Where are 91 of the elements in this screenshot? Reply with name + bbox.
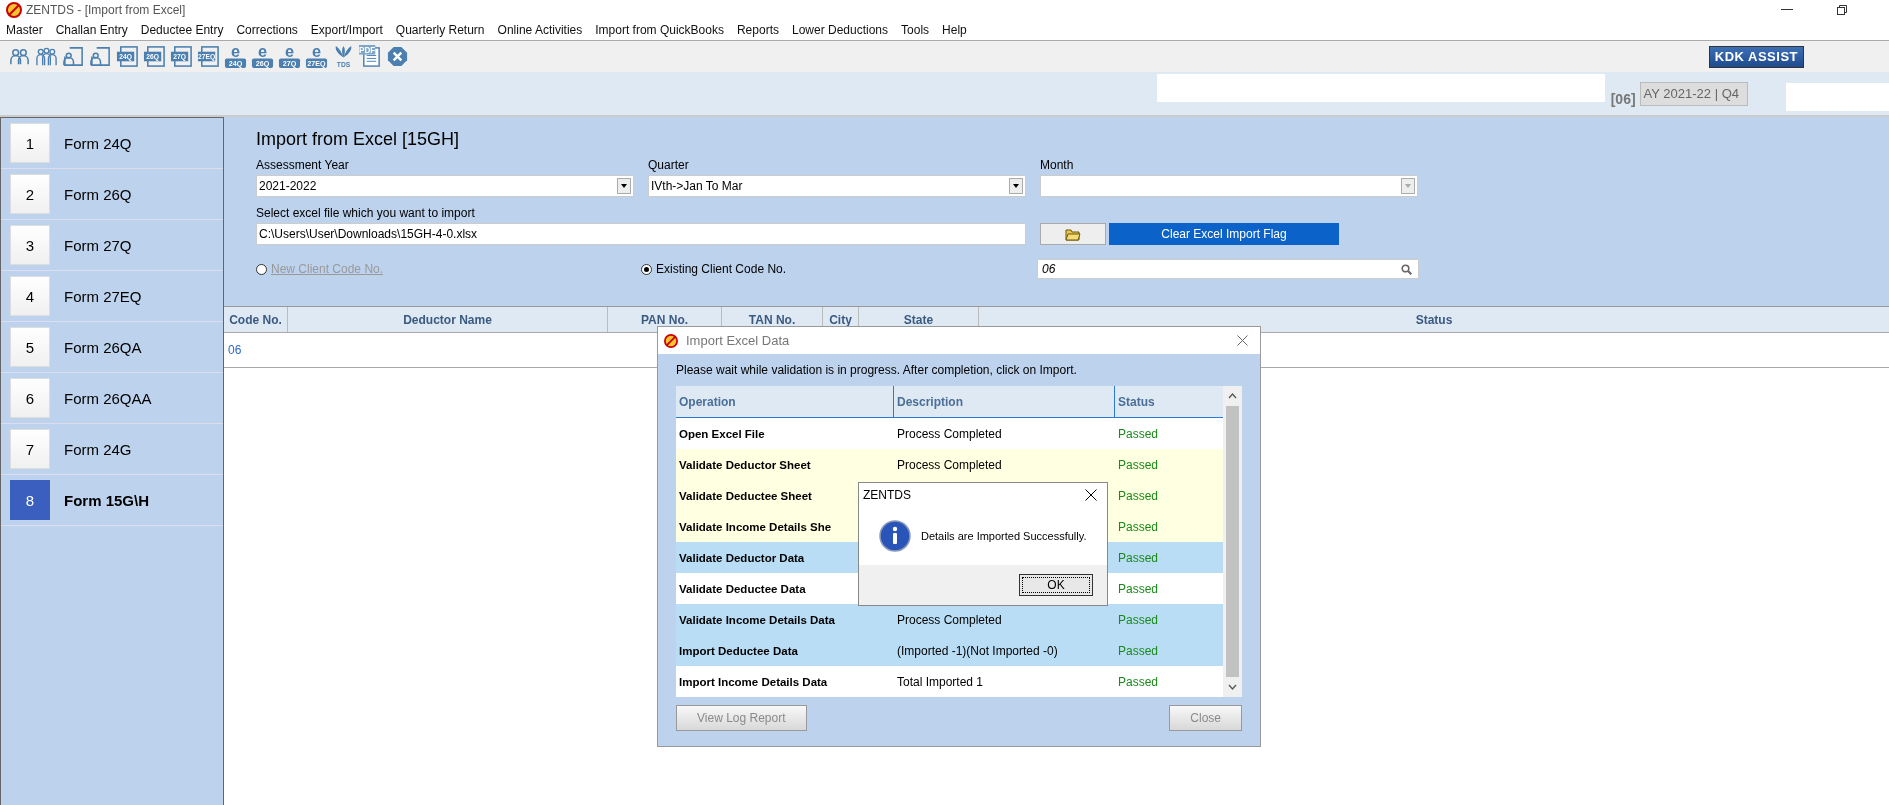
form-number-button[interactable]: 7 xyxy=(10,429,50,469)
sidebar-item[interactable]: Form 15G\H xyxy=(64,491,150,509)
table-cell: Passed xyxy=(1118,426,1159,441)
table-cell: (Imported -1)(Not Imported -0) xyxy=(897,643,1058,658)
file-path-field[interactable]: C:\Users\User\Downloads\15GH-4-0.xlsx xyxy=(256,223,1026,245)
table-cell: Import Income Details Data xyxy=(679,675,828,688)
assist-button[interactable]: KDK ASSIST xyxy=(1708,45,1804,68)
table-cell: Validate Deductee Data xyxy=(679,582,806,595)
menu-item[interactable]: Challan Entry xyxy=(55,22,128,37)
menu-item[interactable]: Tools xyxy=(901,22,930,37)
table-cell: Validate Deductee Sheet xyxy=(679,489,812,502)
table-cell: Passed xyxy=(1118,488,1159,503)
search-field[interactable]: 06 xyxy=(1037,259,1419,279)
table-cell: Process Completed xyxy=(897,457,1002,472)
table-cell: Passed xyxy=(1118,643,1159,658)
table-cell: Total Imported 1 xyxy=(897,674,984,689)
table-cell: Passed xyxy=(1118,457,1159,472)
app-logo-icon xyxy=(664,333,678,348)
table-cell: Passed xyxy=(1118,581,1159,596)
menu-item[interactable]: Deductee Entry xyxy=(140,22,224,37)
table-cell: Validate Income Details She xyxy=(679,520,832,533)
browse-button[interactable] xyxy=(1040,223,1106,245)
ok-button[interactable]: OK xyxy=(1019,574,1093,596)
window-title: ZENTDS - [Import from Excel] xyxy=(26,2,186,17)
person-form-icon[interactable] xyxy=(89,44,112,69)
column-header: Description xyxy=(894,386,1115,417)
menu-item[interactable]: Quarterly Return xyxy=(395,22,485,37)
dialog-title: Import Excel Data xyxy=(686,333,790,348)
app-logo-icon xyxy=(6,1,22,18)
client-code: [06] xyxy=(1610,90,1636,107)
form-number-button[interactable]: 6 xyxy=(10,378,50,418)
table-cell: Open Excel File xyxy=(679,427,765,440)
message-text: Details are Imported Successfully. xyxy=(921,530,1087,542)
column-header[interactable]: Deductor Name xyxy=(288,307,608,332)
form-number-button[interactable]: 2 xyxy=(10,174,50,214)
menu-item[interactable]: Help xyxy=(942,22,967,37)
column-header[interactable]: Code No. xyxy=(224,307,288,332)
clear-flag-button[interactable]: Clear Excel Import Flag xyxy=(1109,223,1339,245)
table-cell: Passed xyxy=(1118,612,1159,627)
form-number-button[interactable]: 5 xyxy=(10,327,50,367)
table-cell: Passed xyxy=(1118,519,1159,534)
field-label: Select excel file which you want to import xyxy=(256,206,476,220)
table-cell: Validate Deductor Data xyxy=(679,551,805,564)
menu-item[interactable]: Master xyxy=(6,22,43,37)
form-number-button[interactable]: 4 xyxy=(10,276,50,316)
menu-item[interactable]: Lower Deductions xyxy=(792,22,889,37)
table-cell: Validate Deductor Sheet xyxy=(679,458,811,471)
status-message: Please wait while validation is in progress. After completion, click on Import. xyxy=(675,362,1078,379)
form-number-button[interactable]: 3 xyxy=(10,225,50,265)
sidebar-item[interactable]: Form 24G xyxy=(64,440,132,458)
column-header: Status xyxy=(1117,393,1156,411)
info-icon xyxy=(879,520,911,552)
scrollbar[interactable] xyxy=(1223,386,1242,697)
table-cell: Passed xyxy=(1118,674,1159,689)
column-header: Operation xyxy=(676,386,894,417)
field-label: Assessment Year xyxy=(256,158,350,172)
menu-item[interactable]: Export/Import xyxy=(310,22,383,37)
menu-item[interactable]: Import from QuickBooks xyxy=(595,22,724,37)
sidebar-item[interactable]: Form 26QAA xyxy=(64,389,152,407)
field-label: Month xyxy=(1040,158,1075,172)
menu-item[interactable]: Online Activities xyxy=(497,22,583,37)
table-cell: Import Deductee Data xyxy=(679,644,798,657)
form-number-button[interactable]: 8 xyxy=(10,480,50,520)
sidebar-item[interactable]: Form 27Q xyxy=(64,236,132,254)
dropdown-field[interactable] xyxy=(1040,175,1418,197)
sidebar-item[interactable]: Form 26Q xyxy=(64,185,132,203)
form-number-button[interactable]: 1 xyxy=(10,123,50,163)
sidebar-item[interactable]: Form 27EQ xyxy=(64,287,142,305)
dialog-title: ZENTDS xyxy=(863,488,911,502)
dropdown-field[interactable]: IVth->Jan To Mar xyxy=(648,175,1026,197)
table-cell-text: 06 xyxy=(227,343,243,357)
minimize-icon[interactable] xyxy=(1781,8,1793,11)
folder-icon xyxy=(1065,227,1081,241)
table-cell: Process Completed xyxy=(897,612,1002,627)
dropdown-field[interactable]: 2021-2022 xyxy=(256,175,634,197)
page-title: Import from Excel [15GH] xyxy=(256,129,461,150)
sidebar-item[interactable]: Form 26QA xyxy=(64,338,142,356)
person-form-icon[interactable] xyxy=(62,44,85,69)
column-header[interactable]: Status xyxy=(979,307,1889,332)
menu-item[interactable]: Reports xyxy=(736,22,779,37)
search-icon xyxy=(1401,263,1412,275)
table-cell: Process Completed xyxy=(897,426,1002,441)
close-icon[interactable] xyxy=(1085,489,1097,501)
radio-button[interactable]: Existing Client Code No. xyxy=(641,262,1037,276)
table-cell: Validate Income Details Data xyxy=(679,613,835,626)
menu-item[interactable]: Corrections xyxy=(236,22,298,37)
sidebar-item[interactable]: Form 24Q xyxy=(64,134,132,152)
field-label: Quarter xyxy=(648,158,690,172)
period-field: AY 2021-22 | Q4 xyxy=(1639,81,1748,106)
table-cell: Passed xyxy=(1118,550,1159,565)
restore-icon[interactable] xyxy=(1837,4,1847,15)
